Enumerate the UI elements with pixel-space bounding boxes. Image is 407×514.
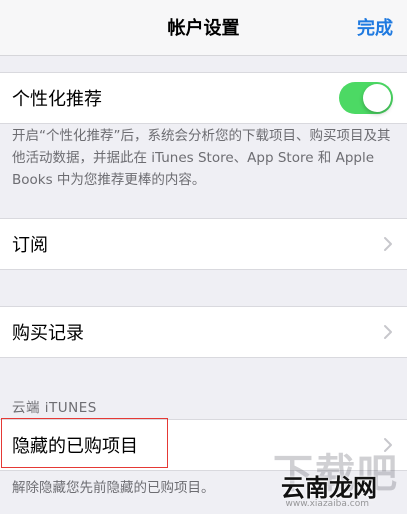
subscriptions-label: 订阅 bbox=[12, 235, 48, 256]
done-button[interactable]: 完成 bbox=[357, 14, 393, 40]
hidden-purchases-footnote: 解除隐藏您先前隐藏的已购项目。 bbox=[12, 480, 215, 496]
purchase-history-label: 购买记录 bbox=[12, 323, 84, 344]
cloud-itunes-section-header: 云端 iTUNES bbox=[12, 400, 97, 416]
hidden-purchases-label: 隐藏的已购项目 bbox=[12, 436, 138, 457]
personalized-recommendations-toggle[interactable] bbox=[339, 82, 393, 114]
watermark-url: www.xiazaiba.com bbox=[285, 499, 369, 509]
personalized-recommendations-label: 个性化推荐 bbox=[12, 89, 102, 110]
subscriptions-row[interactable]: 订阅 bbox=[0, 218, 407, 270]
hidden-purchases-row[interactable]: 隐藏的已购项目 bbox=[0, 419, 407, 471]
toggle-knob bbox=[363, 84, 391, 112]
personalized-recommendations-row: 个性化推荐 bbox=[0, 72, 407, 124]
chevron-right-icon bbox=[384, 325, 392, 339]
account-settings-screen: 帐户设置 完成 个性化推荐 开启“个性化推荐”后，系统会分析您的下载项目、购买项… bbox=[0, 0, 407, 514]
navigation-bar: 帐户设置 完成 bbox=[0, 0, 407, 56]
chevron-right-icon bbox=[384, 438, 392, 452]
chevron-right-icon bbox=[384, 237, 392, 251]
purchase-history-row[interactable]: 购买记录 bbox=[0, 306, 407, 358]
page-title: 帐户设置 bbox=[167, 18, 240, 39]
personalized-description: 开启“个性化推荐”后，系统会分析您的下载项目、购买项目及其他活动数据，并据此在 … bbox=[12, 128, 391, 188]
